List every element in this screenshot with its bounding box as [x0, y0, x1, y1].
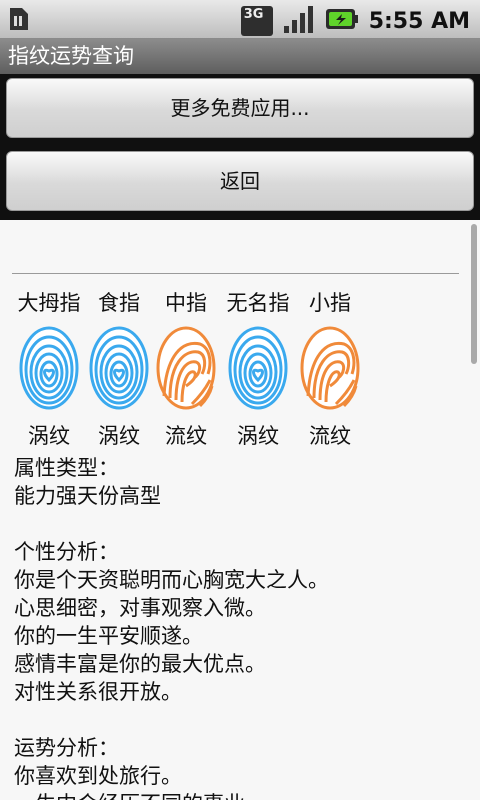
app-title-bar: 指纹运势查询: [0, 39, 480, 74]
finger-type: 流纹: [165, 424, 207, 448]
finger-ring: 无名指 涡纹: [218, 288, 298, 450]
fortune-line: 一生中会经历不同的事业: [14, 790, 329, 800]
personality-line: 你的一生平安顺遂。: [14, 624, 203, 648]
personality-heading: 个性分析：: [14, 540, 119, 564]
attribute-heading: 属性类型：: [14, 456, 119, 480]
battery-charging-icon: [325, 6, 359, 36]
personality-line: 对性关系很开放。: [14, 680, 182, 704]
personality-line: 感情丰富是你的最大优点。: [14, 652, 266, 676]
result-content[interactable]: 大拇指 涡纹 食指 涡纹 中指 流纹 无名指 涡纹 小指 流纹 属性类型： 能力…: [0, 220, 480, 800]
button-panel: 更多免费应用... 返回: [0, 74, 480, 220]
finger-name: 无名指: [226, 291, 290, 315]
sim-card-icon: [8, 6, 30, 36]
back-button[interactable]: 返回: [6, 151, 474, 211]
loop-fingerprint-icon: [146, 326, 226, 410]
whorl-fingerprint-icon: [218, 326, 298, 410]
finger-name: 中指: [165, 291, 207, 315]
divider: [12, 273, 459, 274]
loop-fingerprint-icon: [290, 326, 370, 410]
whorl-fingerprint-icon: [9, 326, 89, 410]
personality-line: 你是个天资聪明而心胸宽大之人。: [14, 568, 329, 592]
signal-icon: [283, 4, 315, 38]
finger-middle: 中指 流纹: [146, 288, 226, 450]
status-time: 5:55 AM: [368, 8, 470, 34]
finger-type: 涡纹: [237, 424, 279, 448]
more-apps-button[interactable]: 更多免费应用...: [6, 78, 474, 138]
finger-list: 大拇指 涡纹 食指 涡纹 中指 流纹 无名指 涡纹 小指 流纹: [0, 288, 480, 458]
finger-type: 涡纹: [28, 424, 70, 448]
finger-thumb: 大拇指 涡纹: [9, 288, 89, 450]
analysis-text: 属性类型： 能力强天份高型 个性分析： 你是个天资聪明而心胸宽大之人。 心思细密…: [14, 454, 329, 800]
finger-name: 大拇指: [17, 291, 81, 315]
status-bar: 3G 5:55 AM: [0, 0, 480, 39]
app-title: 指纹运势查询: [8, 44, 134, 68]
finger-type: 流纹: [309, 424, 351, 448]
finger-little: 小指 流纹: [290, 288, 370, 450]
personality-line: 心思细密，对事观察入微。: [14, 596, 266, 620]
finger-name: 小指: [309, 291, 351, 315]
attribute-value: 能力强天份高型: [14, 484, 161, 508]
fortune-heading: 运势分析：: [14, 736, 119, 760]
3g-icon: 3G: [240, 6, 273, 36]
fortune-line: 你喜欢到处旅行。: [14, 764, 182, 788]
